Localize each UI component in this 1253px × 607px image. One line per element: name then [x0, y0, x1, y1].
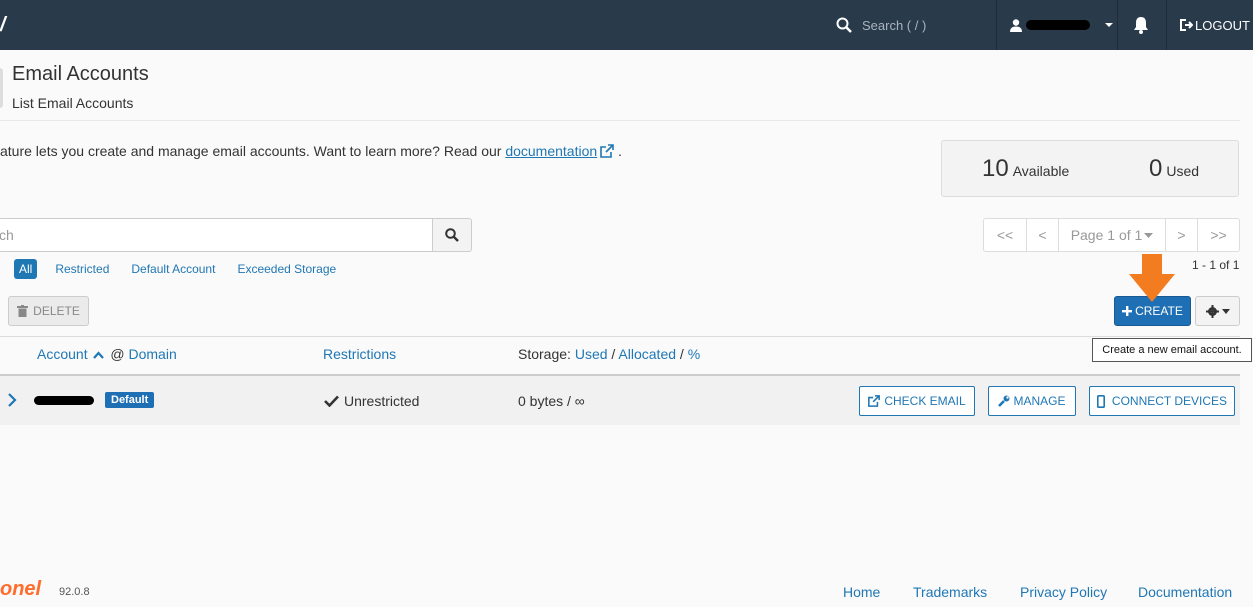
sort-used-link[interactable]: Used	[575, 346, 608, 362]
logout-label: LOGOUT	[1195, 17, 1250, 33]
page-title: Email Accounts	[12, 63, 149, 85]
settings-dropdown-button[interactable]	[1195, 296, 1240, 326]
filter-all[interactable]: All	[14, 259, 38, 279]
caret-down-icon	[1105, 23, 1113, 27]
page-icon	[0, 68, 3, 108]
footer-link-documentation[interactable]: Documentation	[1138, 584, 1232, 600]
pagination: << < Page 1 of 1 > >>	[983, 218, 1240, 252]
intro-text: ature lets you create and manage email a…	[0, 143, 622, 159]
orange-arrow-icon	[1129, 254, 1175, 302]
sign-out-icon	[1180, 19, 1193, 31]
caret-down-icon	[1144, 232, 1154, 238]
search-icon	[836, 17, 852, 33]
filter-bar: All Restricted Default Account Exceeded …	[14, 259, 358, 279]
plus-icon	[1122, 306, 1133, 316]
search-icon	[445, 228, 459, 242]
header-divider	[0, 120, 1240, 121]
filter-exceeded-storage[interactable]: Exceeded Storage	[237, 262, 336, 276]
available-stat: 10 Available	[982, 155, 1070, 182]
result-count: 1 - 1 of 1	[1192, 258, 1240, 272]
global-search-placeholder: Search ( / )	[862, 17, 927, 33]
column-header-restrictions[interactable]: Restrictions	[323, 346, 396, 362]
caret-down-icon	[1221, 308, 1230, 314]
page-select[interactable]: Page 1 of 1	[1058, 218, 1166, 252]
external-link-icon	[868, 395, 881, 407]
cpanel-logo[interactable]: /	[0, 14, 6, 37]
wrench-icon	[998, 395, 1010, 407]
navbar-divider	[996, 0, 997, 50]
user-icon	[1010, 18, 1022, 32]
restriction-status: Unrestricted	[324, 393, 419, 409]
create-tooltip: Create a new email account.	[1092, 338, 1252, 362]
column-header-storage: Storage: Used / Allocated / %	[518, 346, 701, 362]
documentation-link[interactable]: documentation	[505, 143, 597, 159]
account-name-redacted	[34, 396, 94, 405]
top-navbar: / Search ( / ) LOGOUT	[0, 0, 1253, 50]
last-page-button[interactable]: >>	[1197, 218, 1240, 252]
user-menu[interactable]	[1010, 0, 1114, 50]
version-label: 92.0.8	[59, 586, 90, 598]
username-redacted	[1026, 20, 1090, 30]
check-icon	[324, 395, 339, 407]
delete-button[interactable]: DELETE	[8, 296, 89, 326]
navbar-divider	[1117, 0, 1118, 50]
check-email-button[interactable]: CHECK EMAIL	[859, 386, 975, 416]
search-button[interactable]	[432, 218, 472, 252]
page-subtitle: List Email Accounts	[12, 95, 134, 111]
sort-percent-link[interactable]: %	[688, 346, 700, 362]
table-row: Default Unrestricted 0 bytes / ∞ CHECK E…	[0, 374, 1240, 425]
global-search[interactable]: Search ( / )	[836, 0, 926, 50]
connect-devices-button[interactable]: CONNECT DEVICES	[1089, 386, 1235, 416]
external-link-icon[interactable]	[600, 144, 614, 158]
storage-value: 0 bytes / ∞	[518, 393, 585, 409]
filter-default-account[interactable]: Default Account	[131, 262, 215, 276]
default-badge: Default	[105, 392, 155, 408]
column-header-account[interactable]: Account @ Domain	[37, 346, 177, 362]
cpanel-footer-logo[interactable]: onel	[0, 578, 41, 601]
bell-icon[interactable]	[1133, 16, 1149, 34]
navbar-divider	[1166, 0, 1167, 50]
logout-button[interactable]: LOGOUT	[1180, 0, 1250, 50]
table-header-divider	[0, 336, 1240, 337]
footer-link-privacy-policy[interactable]: Privacy Policy	[1020, 584, 1107, 600]
chevron-right-icon[interactable]	[7, 393, 17, 407]
first-page-button[interactable]: <<	[983, 218, 1027, 252]
used-stat: 0 Used	[1149, 155, 1200, 182]
footer-link-trademarks[interactable]: Trademarks	[913, 584, 987, 600]
gear-icon	[1205, 304, 1219, 318]
account-stats: 10 Available 0 Used	[941, 140, 1239, 197]
sort-ascending-icon[interactable]	[93, 351, 105, 359]
filter-restricted[interactable]: Restricted	[55, 262, 109, 276]
footer-link-home[interactable]: Home	[843, 584, 880, 600]
account-search-input[interactable]: ch	[0, 218, 433, 252]
trash-icon	[17, 305, 29, 317]
mobile-icon	[1096, 394, 1105, 408]
next-page-button[interactable]: >	[1165, 218, 1198, 252]
sort-allocated-link[interactable]: Allocated	[618, 346, 676, 362]
manage-button[interactable]: MANAGE	[988, 386, 1076, 416]
prev-page-button[interactable]: <	[1026, 218, 1059, 252]
